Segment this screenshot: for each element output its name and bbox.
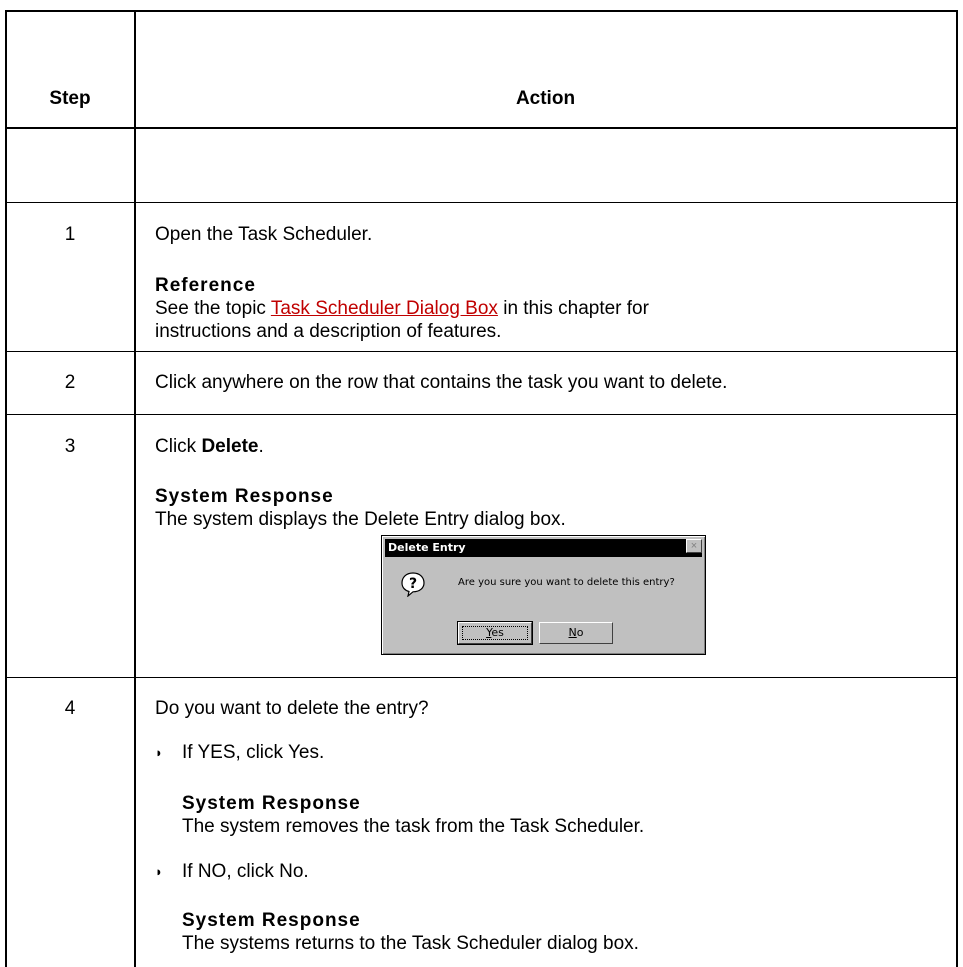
row-divider: [5, 351, 958, 352]
system-response-heading: System Response: [182, 793, 361, 814]
system-response-text: The system displays the Delete Entry dia…: [155, 509, 566, 530]
focus-rect: [462, 626, 528, 640]
action-text: Click Delete.: [155, 436, 264, 457]
reference-heading: Reference: [155, 275, 256, 296]
dialog-message: Are you sure you want to delete this ent…: [458, 577, 675, 588]
reference-text: See the topic Task Scheduler Dialog Box …: [155, 298, 649, 319]
row-divider: [5, 414, 958, 415]
row-divider: [5, 677, 958, 678]
reference-text-line2: instructions and a description of featur…: [155, 321, 502, 342]
bullet-text: If NO, click No.: [182, 861, 309, 882]
action-text: Do you want to delete the entry?: [155, 698, 429, 719]
system-response-text: The system removes the task from the Tas…: [182, 816, 645, 837]
svg-text:?: ?: [409, 576, 417, 592]
system-response-heading: System Response: [155, 486, 334, 507]
step-number: 2: [64, 372, 76, 393]
bullet-text: If YES, click Yes.: [182, 742, 325, 763]
table-right-border: [956, 10, 958, 967]
system-response-heading: System Response: [182, 910, 361, 931]
bullet-icon: ◗: [155, 864, 163, 879]
task-scheduler-dialog-link[interactable]: Task Scheduler Dialog Box: [271, 298, 498, 319]
bullet-icon: ◗: [155, 745, 163, 760]
table-top-border: [5, 10, 958, 12]
action-text: Click anywhere on the row that contains …: [155, 372, 728, 393]
question-icon: ?: [401, 572, 425, 597]
delete-entry-dialog: Delete Entry × ? Are you sure you want t…: [381, 535, 706, 655]
column-divider: [134, 10, 136, 967]
header-step: Step: [49, 88, 91, 109]
no-button[interactable]: No: [539, 622, 613, 644]
action-text: Open the Task Scheduler.: [155, 224, 373, 245]
system-response-text: The systems returns to the Task Schedule…: [182, 933, 639, 954]
dialog-title: Delete Entry: [385, 539, 702, 557]
close-icon[interactable]: ×: [686, 539, 702, 553]
step-number: 1: [64, 224, 76, 245]
header-divider: [5, 127, 958, 129]
header-action: Action: [515, 88, 576, 109]
step-number: 4: [64, 698, 76, 719]
step-number: 3: [64, 436, 76, 457]
row-divider: [5, 202, 958, 203]
table-left-border: [5, 10, 7, 967]
yes-button[interactable]: Yes: [457, 621, 533, 645]
